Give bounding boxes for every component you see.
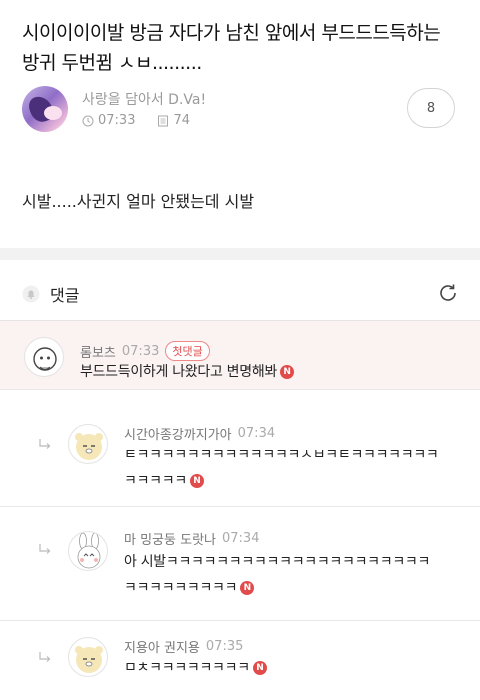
comment-text-row: ㅁㅊㅋㅋㅋㅋㅋㅋㅋㅋ N [124,655,267,681]
comment-text: ㅁㅊㅋㅋㅋㅋㅋㅋㅋㅋ [124,660,250,676]
comment-text-line: ㅌㅋㅋㅋㅋㅋㅋㅋㅋㅋㅋㅋㅋㅋㅅㅂㅋㅌㅋㅋㅋㅋㅋㅋㅋ [124,447,439,463]
reply-item: 지용아 권지용 07:35 ㅁㅊㅋㅋㅋㅋㅋㅋㅋㅋ N [0,621,480,700]
comment-text-line: 아 시발ㅋㅋㅋㅋㅋㅋㅋㅋㅋㅋㅋㅋㅋㅋㅋㅋㅋㅋㅋㅋㅋ [124,554,431,570]
reply-arrow-icon [39,439,51,449]
author-avatar[interactable] [22,86,68,132]
comment-author-row: 롬보츠 07:33 첫댓글 [80,341,210,361]
post-body: 시발.....사귄지 얼마 안됐는데 시발 [22,192,255,211]
comment-author-row: 지용아 권지용 07:35 [124,637,243,656]
comment-time: 07:34 [222,531,260,546]
comment-text-row: 부드드득이하게 나왔다고 변명해봐 N [80,359,294,385]
comment-time: 07:33 [121,343,160,359]
comments-title: 댓글 [50,286,80,305]
comment-author-row: 시간아종강까지가아 07:34 [124,424,275,443]
reply-arrow-icon [39,544,51,554]
author-name[interactable]: 사랑을 담아서 D.Va! [82,89,206,109]
comment-author[interactable]: 마 밍궁둥 도랏나 [124,529,216,548]
commenter-avatar[interactable] [24,337,64,377]
new-badge: N [240,581,255,595]
comment-text: ㅌㅋㅋㅋㅋㅋㅋㅋㅋㅋㅋㅋㅋㅋㅅㅂㅋㅌㅋㅋㅋㅋㅋㅋㅋ ㅋㅋㅋㅋㅋ N [124,442,439,494]
comment-count-button[interactable]: 8 [407,88,455,128]
comment-text-line: ㅋㅋㅋㅋㅋ N [124,468,439,494]
post-title: 시이이이이발 방금 자다가 남친 앞에서 부드드드득하는 방귀 두번뀜 ㅅㅂ..… [22,22,441,74]
commenter-avatar[interactable] [68,637,108,677]
comment-author-row: 마 밍궁둥 도랏나 07:34 [124,529,259,548]
new-badge: N [252,661,267,675]
section-divider [0,248,480,260]
post-time: 07:33 [98,113,136,128]
comment-text-line: ㅋㅋㅋㅋㅋㅋㅋㅋㅋ N [124,575,430,601]
comment-text: 부드드득이하게 나왔다고 변명해봐 [80,364,277,380]
comment-time: 07:35 [205,639,244,654]
commenter-avatar[interactable] [68,424,108,464]
post-views: 74 [173,113,191,128]
comment-time: 07:34 [237,426,276,441]
views-icon [158,115,169,126]
commenter-avatar[interactable] [68,531,108,571]
reply-arrow-icon [39,652,51,662]
comments-header: 댓글 [22,282,79,306]
post-meta: 07:33 74 [82,113,190,128]
comment-author[interactable]: 시간아종강까지가아 [124,424,232,443]
first-comment-badge: 첫댓글 [165,341,210,361]
comment-item: 롬보츠 07:33 첫댓글 부드드득이하게 나왔다고 변명해봐 N [0,321,480,389]
comment-author[interactable]: 롬보츠 [80,342,116,361]
reply-item: 마 밍궁둥 도랏나 07:34 아 시발ㅋㅋㅋㅋㅋㅋㅋㅋㅋㅋㅋㅋㅋㅋㅋㅋㅋㅋㅋㅋ… [0,507,480,623]
bell-icon[interactable] [22,285,40,303]
comment-author[interactable]: 지용아 권지용 [124,637,200,656]
refresh-icon[interactable] [437,282,459,304]
new-badge: N [280,365,294,379]
comment-text: 아 시발ㅋㅋㅋㅋㅋㅋㅋㅋㅋㅋㅋㅋㅋㅋㅋㅋㅋㅋㅋㅋㅋ ㅋㅋㅋㅋㅋㅋㅋㅋㅋ N [124,549,430,601]
new-badge: N [189,474,204,488]
reply-item: 시간아종강까지가아 07:34 ㅌㅋㅋㅋㅋㅋㅋㅋㅋㅋㅋㅋㅋㅋㅅㅂㅋㅌㅋㅋㅋㅋㅋㅋ… [0,390,480,506]
clock-icon [82,115,94,126]
